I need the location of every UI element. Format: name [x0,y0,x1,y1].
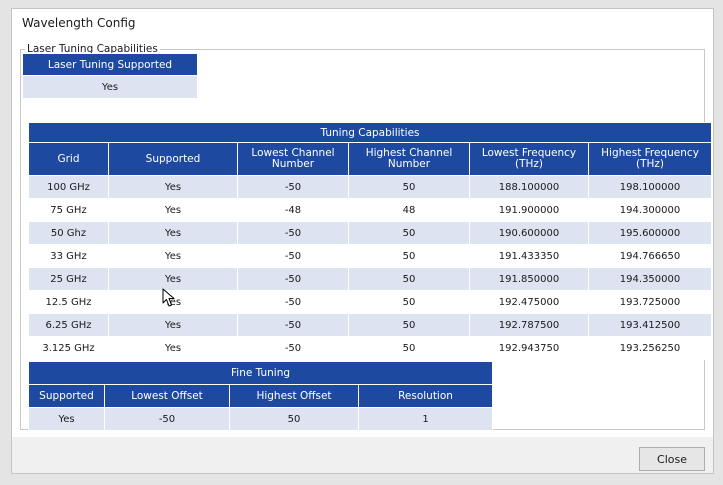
column-header-highest-frequency: Highest Frequency (THz) [587,142,713,176]
highest-channel-cell: 50 [348,336,470,360]
highest-channel-cell: 50 [348,244,470,268]
laser-tuning-supported-value: Yes [22,75,198,99]
column-header-grid: Grid [28,142,109,176]
grid-cell: 12.5 GHz [28,290,109,314]
highest-frequency-cell: 193.725000 [587,290,713,314]
laser-tuning-supported-header: Laser Tuning Supported [22,53,198,76]
lowest-channel-cell: -50 [237,267,349,291]
column-header-lowest-offset: Lowest Offset [104,384,230,408]
fine-tuning-caption: Fine Tuning [27,361,494,385]
grid-cell: 25 GHz [28,267,109,291]
fine-tuning-table: Fine Tuning Supported Lowest Offset High… [27,361,494,431]
lowest-frequency-cell: 192.943750 [469,336,589,360]
lowest-frequency-cell: 192.787500 [469,313,589,337]
highest-frequency-cell: 193.412500 [587,313,713,337]
grid-cell: 100 GHz [28,175,109,199]
table-row: 6.25 GHz Yes -50 50 192.787500 193.41250… [28,313,713,337]
mouse-pointer-icon [162,288,175,307]
supported-cell: Yes [108,313,238,337]
lowest-frequency-cell: 188.100000 [469,175,589,199]
lowest-frequency-cell: 191.433350 [469,244,589,268]
highest-frequency-cell: 194.300000 [587,198,713,222]
lowest-channel-cell: -50 [237,221,349,245]
column-header-resolution: Resolution [357,384,494,408]
lowest-frequency-cell: 191.900000 [469,198,589,222]
supported-cell: Yes [108,175,238,199]
table-row: 75 GHz Yes -48 48 191.900000 194.300000 [28,198,713,222]
column-header-highest-offset: Highest Offset [229,384,359,408]
lowest-channel-cell: -50 [237,336,349,360]
grid-cell: 75 GHz [28,198,109,222]
column-header-supported: Supported [108,142,238,176]
supported-cell: Yes [108,221,238,245]
table-row: 33 GHz Yes -50 50 191.433350 194.766650 [28,244,713,268]
grid-cell: 6.25 GHz [28,313,109,337]
resolution-cell: 1 [357,407,494,431]
lowest-channel-cell: -50 [237,313,349,337]
grid-cell: 50 Ghz [28,221,109,245]
highest-frequency-cell: 194.350000 [587,267,713,291]
highest-channel-cell: 50 [348,313,470,337]
lowest-channel-cell: -50 [237,290,349,314]
highest-channel-cell: 50 [348,221,470,245]
lowest-frequency-cell: 192.475000 [469,290,589,314]
close-button[interactable]: Close [639,447,705,471]
supported-cell: Yes [108,336,238,360]
grid-cell: 3.125 GHz [28,336,109,360]
supported-cell: Yes [108,198,238,222]
table-row: 12.5 GHz Yes -50 50 192.475000 193.72500… [28,290,713,314]
lowest-offset-cell: -50 [104,407,230,431]
lowest-channel-cell: -50 [237,175,349,199]
table-row: 50 Ghz Yes -50 50 190.600000 195.600000 [28,221,713,245]
laser-tuning-supported-table: Laser Tuning Supported Yes [22,53,198,99]
tuning-capabilities-table: Tuning Capabilities Grid Supported Lowes… [27,122,713,360]
column-header-fine-supported: Supported [28,384,105,408]
highest-channel-cell: 50 [348,267,470,291]
highest-channel-cell: 48 [348,198,470,222]
column-header-lowest-channel: Lowest Channel Number [237,142,349,176]
dialog-footer: Close [12,437,713,473]
table-row: Yes -50 50 1 [28,407,494,431]
table-row: 3.125 GHz Yes -50 50 192.943750 193.2562… [28,336,713,360]
lowest-frequency-cell: 191.850000 [469,267,589,291]
column-header-lowest-frequency: Lowest Frequency (THz) [469,142,589,176]
window-title: Wavelength Config [22,16,136,30]
grid-cell: 33 GHz [28,244,109,268]
table-row: 25 GHz Yes -50 50 191.850000 194.350000 [28,267,713,291]
highest-offset-cell: 50 [229,407,359,431]
highest-frequency-cell: 195.600000 [587,221,713,245]
highest-frequency-cell: 194.766650 [587,244,713,268]
lowest-channel-cell: -50 [237,244,349,268]
highest-channel-cell: 50 [348,290,470,314]
supported-cell: Yes [108,244,238,268]
table-row: 100 GHz Yes -50 50 188.100000 198.100000 [28,175,713,199]
column-header-highest-channel: Highest Channel Number [348,142,470,176]
highest-frequency-cell: 198.100000 [587,175,713,199]
tuning-capabilities-caption: Tuning Capabilities [27,122,713,143]
lowest-frequency-cell: 190.600000 [469,221,589,245]
fine-supported-cell: Yes [28,407,105,431]
highest-frequency-cell: 193.256250 [587,336,713,360]
highest-channel-cell: 50 [348,175,470,199]
lowest-channel-cell: -48 [237,198,349,222]
